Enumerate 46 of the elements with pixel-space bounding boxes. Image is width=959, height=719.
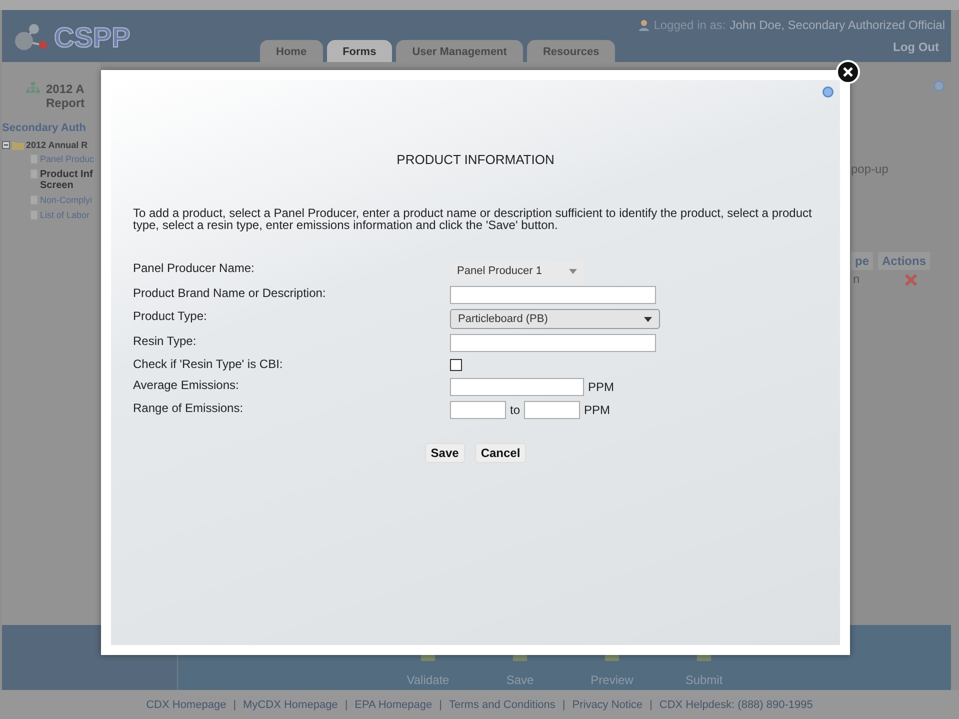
nav-tab[interactable]: Forms xyxy=(326,40,392,62)
role-heading: Secondary Auth xyxy=(2,122,87,134)
producer-dropdown[interactable]: Panel Producer 1 xyxy=(450,261,584,281)
link-separator: | xyxy=(439,698,442,710)
tree-item[interactable]: List of Labor xyxy=(40,210,100,221)
footer-link[interactable]: MyCDX Homepage xyxy=(243,698,338,710)
link-separator: | xyxy=(233,698,236,710)
table-cell: n xyxy=(853,272,860,286)
product-type-dropdown[interactable]: Particleboard (PB) xyxy=(450,309,660,329)
dialog-button[interactable]: Save xyxy=(424,443,465,463)
field-label: Range of Emissions: xyxy=(133,401,244,415)
tree-item[interactable]: Product Inf Screen xyxy=(40,169,100,191)
dialog-title: PRODUCT INFORMATION xyxy=(396,152,556,167)
column-header: Actions xyxy=(878,252,930,270)
footer-link[interactable]: CDX Homepage xyxy=(146,698,226,710)
nav-tab[interactable]: Home xyxy=(260,40,323,62)
app-logo-text: CSPP xyxy=(54,22,130,54)
field-label: Resin Type: xyxy=(133,334,198,348)
field-label: Panel Producer Name: xyxy=(133,261,256,275)
tree-folder-label[interactable]: 2012 Annual R xyxy=(26,140,88,150)
range-joiner: to xyxy=(510,403,520,417)
field-label: Product Type: xyxy=(133,309,208,323)
nav-tab[interactable]: Resources xyxy=(526,40,616,62)
column-header: pe xyxy=(851,252,874,270)
user-name: John Doe, Secondary Authorized Official xyxy=(730,18,945,32)
page-text: pop-up xyxy=(851,162,888,176)
footer-link[interactable]: Privacy Notice xyxy=(572,698,643,710)
dialog-button[interactable]: Cancel xyxy=(474,443,526,463)
field-label: Product Brand Name or Description: xyxy=(133,286,327,300)
link-separator: | xyxy=(562,698,566,710)
report-title: 2012 A xyxy=(46,82,85,96)
tree-item[interactable]: Non-Complyi xyxy=(40,195,100,206)
tree-item[interactable]: Panel Produc xyxy=(40,154,100,165)
link-separator: | xyxy=(344,698,348,710)
report-title: Report xyxy=(46,96,85,110)
field-label: Check if 'Resin Type' is CBI: xyxy=(133,357,284,371)
nav-tab[interactable]: User Management xyxy=(396,40,523,62)
footer-link[interactable]: EPA Homepage xyxy=(354,698,432,710)
instructions-text: To add a product, select a Panel Producer, enter a product name or description sufficient to identify the product, select a product type, select a resin type, enter emissions information and click the 'Save' button. xyxy=(133,207,813,231)
footer-link[interactable]: Terms and Conditions xyxy=(449,698,556,710)
field-label: Average Emissions: xyxy=(133,378,240,392)
logout-button[interactable]: Log Out xyxy=(893,40,945,54)
unit-label: PPM xyxy=(588,380,614,394)
unit-label: PPM xyxy=(584,403,610,417)
footer-link[interactable]: CDX Helpdesk: (888) 890-1995 xyxy=(659,698,813,710)
link-separator: | xyxy=(650,698,652,710)
